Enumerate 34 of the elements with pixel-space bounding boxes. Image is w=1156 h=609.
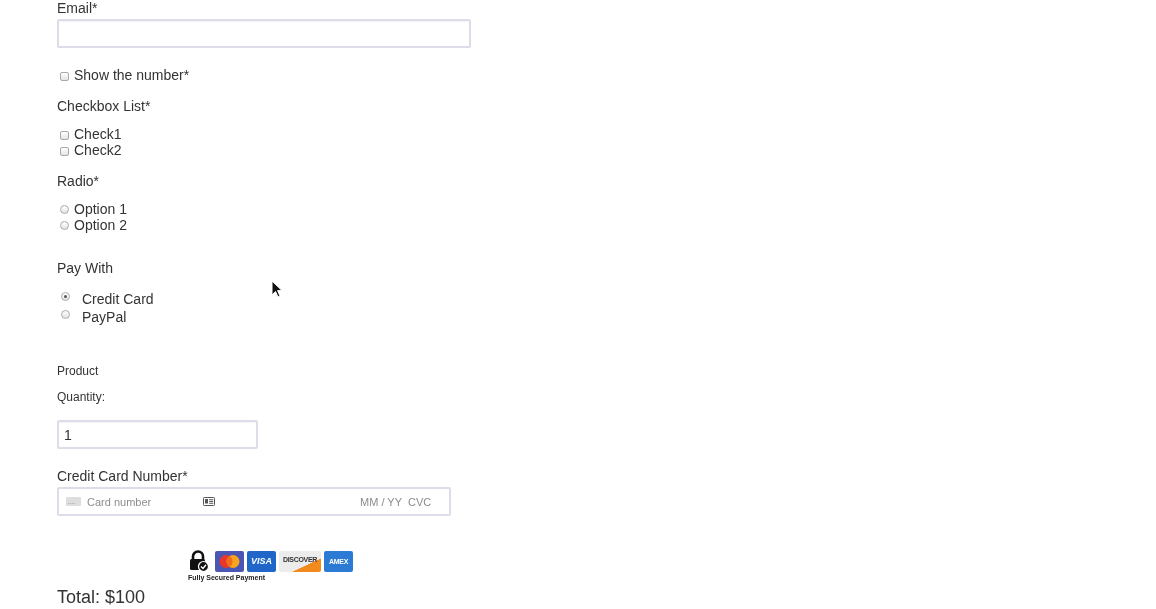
checkbox[interactable] bbox=[60, 146, 69, 156]
mouse-pointer-icon bbox=[271, 280, 283, 298]
section-label: Product bbox=[57, 364, 99, 378]
card-number-input[interactable]: Card number bbox=[87, 494, 197, 509]
checkbox-label: Check1 bbox=[74, 126, 122, 142]
email-input[interactable] bbox=[57, 19, 471, 48]
checkbox-label: Check2 bbox=[74, 142, 122, 158]
checkbox[interactable] bbox=[60, 71, 69, 81]
expiry-input[interactable]: MM / YY bbox=[360, 494, 406, 509]
contact-card-icon[interactable] bbox=[203, 497, 215, 506]
field-label: Pay With bbox=[57, 260, 113, 276]
field-label: Checkbox List* bbox=[57, 98, 151, 114]
radio-label: PayPal bbox=[82, 309, 127, 325]
field-label: Email* bbox=[57, 0, 98, 16]
radio-label: Credit Card bbox=[82, 291, 154, 307]
checkbox[interactable] bbox=[60, 130, 69, 140]
checkbox-label: Show the number* bbox=[74, 67, 190, 83]
radio-label: Option 1 bbox=[74, 201, 127, 217]
credit-card-icon bbox=[66, 497, 81, 506]
field-label: Quantity: bbox=[57, 390, 106, 404]
radio-button[interactable] bbox=[60, 221, 69, 230]
padlock-check-icon bbox=[188, 550, 209, 572]
radio-label: Option 2 bbox=[74, 217, 127, 233]
quantity-input[interactable]: 1 bbox=[57, 420, 258, 449]
radio-button[interactable] bbox=[61, 310, 70, 319]
field-label: Radio* bbox=[57, 173, 100, 189]
circles-card-logo-icon bbox=[215, 550, 244, 572]
radio-button[interactable] bbox=[61, 292, 70, 301]
cvc-input[interactable]: CVC bbox=[408, 494, 434, 509]
card-brand-logo: VISA bbox=[247, 550, 276, 572]
radio-button[interactable] bbox=[60, 205, 69, 214]
field-label: Credit Card Number* bbox=[57, 468, 188, 484]
total-text: Total: $100 bbox=[57, 587, 146, 608]
card-details-field[interactable]: Card number MM / YY CVC bbox=[57, 487, 451, 516]
